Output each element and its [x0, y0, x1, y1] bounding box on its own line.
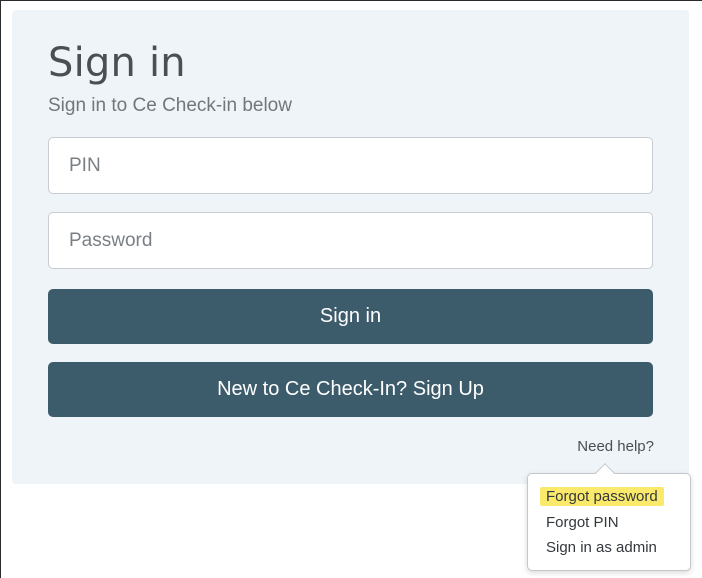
signup-button[interactable]: New to Ce Check-In? Sign Up [48, 362, 653, 417]
signin-as-admin-link[interactable]: Sign in as admin [540, 538, 663, 557]
page-subtitle: Sign in to Ce Check-in below [48, 95, 292, 116]
forgot-pin-link[interactable]: Forgot PIN [540, 513, 625, 532]
need-help-link[interactable]: Need help? [577, 438, 654, 455]
help-popover: Forgot password Forgot PIN Sign in as ad… [527, 463, 691, 571]
forgot-password-link[interactable]: Forgot password [540, 487, 664, 506]
page-title: Sign in [48, 40, 186, 86]
signin-button[interactable]: Sign in [48, 289, 653, 344]
password-input[interactable] [48, 212, 653, 269]
pin-input[interactable] [48, 137, 653, 194]
